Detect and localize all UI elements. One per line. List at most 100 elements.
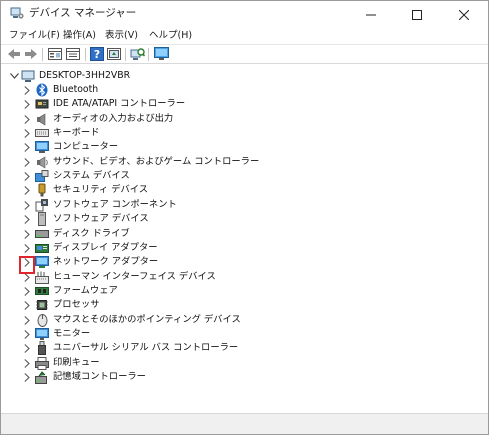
- chevron-right-icon[interactable]: [22, 213, 32, 225]
- chevron-right-icon[interactable]: [22, 228, 32, 240]
- tree-item-label: ディスク ドライブ: [53, 228, 130, 239]
- network-adapter-icon: [35, 255, 49, 269]
- sound-icon: [35, 155, 49, 169]
- tree-item-speaker[interactable]: オーディオの入力および出力: [1, 112, 471, 126]
- tree-item-label: 印刷キュー: [53, 357, 100, 368]
- tree-item-storage-controller[interactable]: 記憶域コントローラー: [1, 370, 471, 384]
- toolbar-separator: [148, 48, 149, 61]
- tree-item-system-device[interactable]: システム デバイス: [1, 169, 471, 183]
- tree-root[interactable]: DESKTOP-3HH2VBR: [1, 69, 471, 83]
- chevron-right-icon[interactable]: [22, 342, 32, 354]
- menu-action[interactable]: 操作(A): [63, 29, 96, 42]
- tree-item-software-component[interactable]: ソフトウェア コンポーネント: [1, 198, 471, 212]
- monitor-icon: [35, 327, 49, 341]
- tree-item-mouse[interactable]: マウスとそのほかのポインティング デバイス: [1, 313, 471, 327]
- chevron-right-icon[interactable]: [22, 314, 32, 326]
- display-adapter-icon: [35, 241, 49, 255]
- chevron-down-icon[interactable]: [9, 70, 19, 82]
- tree-item-monitor[interactable]: モニター: [1, 327, 471, 341]
- tree-item-label: Bluetooth: [53, 84, 99, 95]
- tree-item-label: モニター: [53, 328, 91, 339]
- close-icon: [459, 9, 469, 20]
- menu-bar: ファイル(F) 操作(A) 表示(V) ヘルプ(H): [1, 28, 488, 44]
- computer-icon: [35, 140, 49, 154]
- tree-item-label: オーディオの入力および出力: [53, 113, 174, 124]
- tree-item-software-device[interactable]: ソフトウェア デバイス: [1, 212, 471, 226]
- computer-root-icon: [21, 69, 35, 83]
- update-driver-icon[interactable]: [106, 46, 122, 62]
- hid-icon: [35, 270, 49, 284]
- tree-item-label: ファームウェア: [53, 285, 118, 296]
- monitor-icon[interactable]: [153, 46, 169, 62]
- software-device-icon: [35, 212, 49, 226]
- device-manager-window: デバイス マネージャー ファイル(F) 操作(A) 表示(V) ヘルプ(H) ?…: [0, 0, 489, 435]
- chevron-right-icon[interactable]: [22, 84, 32, 96]
- speaker-icon: [35, 112, 49, 126]
- toolbar-separator: [42, 48, 43, 61]
- tree-item-bluetooth[interactable]: Bluetooth: [1, 83, 471, 97]
- tree-item-firmware[interactable]: ファームウェア: [1, 284, 471, 298]
- chevron-right-icon[interactable]: [22, 357, 32, 369]
- keyboard-icon: [35, 126, 49, 140]
- menu-view[interactable]: 表示(V): [105, 29, 138, 42]
- chevron-right-icon[interactable]: [22, 98, 32, 110]
- chevron-right-icon[interactable]: [22, 199, 32, 211]
- help-icon[interactable]: ?: [89, 46, 105, 62]
- device-tree[interactable]: DESKTOP-3HH2VBR Bluetooth IDE ATA/ATAPI コ…: [1, 65, 488, 413]
- tree-item-ide-controller[interactable]: IDE ATA/ATAPI コントローラー: [1, 97, 471, 111]
- tree-item-processor[interactable]: プロセッサ: [1, 298, 471, 312]
- window-title: デバイス マネージャー: [29, 7, 137, 19]
- menu-help[interactable]: ヘルプ(H): [149, 29, 192, 42]
- chevron-right-icon[interactable]: [22, 127, 32, 139]
- security-key-icon: [35, 183, 49, 197]
- chevron-right-icon[interactable]: [22, 156, 32, 168]
- tree-item-disk-drive[interactable]: ディスク ドライブ: [1, 227, 471, 241]
- menu-file[interactable]: ファイル(F): [9, 29, 60, 42]
- back-icon[interactable]: [6, 46, 22, 62]
- close-button[interactable]: [441, 1, 487, 28]
- chevron-right-icon[interactable]: [22, 299, 32, 311]
- storage-controller-icon: [35, 370, 49, 384]
- tree-item-security-key[interactable]: セキュリティ デバイス: [1, 183, 471, 197]
- tree-item-keyboard[interactable]: キーボード: [1, 126, 471, 140]
- status-bar: [1, 413, 488, 434]
- tree-item-computer[interactable]: コンピューター: [1, 140, 471, 154]
- tree-item-label: ネットワーク アダプター: [53, 256, 159, 267]
- device-manager-icon: [10, 7, 24, 20]
- printer-icon: [35, 356, 49, 370]
- minimize-button[interactable]: [348, 1, 394, 28]
- usb-icon: [35, 341, 49, 355]
- tree-item-label: ユニバーサル シリアル バス コントローラー: [53, 342, 239, 353]
- chevron-right-icon[interactable]: [22, 371, 32, 383]
- chevron-right-icon[interactable]: [22, 328, 32, 340]
- tree-item-display-adapter[interactable]: ディスプレイ アダプター: [1, 241, 471, 255]
- tree-item-network-adapter[interactable]: ネットワーク アダプター: [1, 255, 471, 269]
- tree-item-label: ソフトウェア デバイス: [53, 213, 149, 224]
- system-device-icon: [35, 169, 49, 183]
- tree-item-label: サウンド、ビデオ、およびゲーム コントローラー: [53, 156, 260, 167]
- tree-item-label: ヒューマン インターフェイス デバイス: [53, 271, 216, 282]
- chevron-right-icon[interactable]: [22, 184, 32, 196]
- tree-item-printer[interactable]: 印刷キュー: [1, 356, 471, 370]
- tree-item-label: IDE ATA/ATAPI コントローラー: [53, 98, 186, 109]
- toolbar-separator: [85, 48, 86, 61]
- svg-text:?: ?: [94, 48, 100, 61]
- scan-hardware-icon[interactable]: [129, 46, 145, 62]
- ide-controller-icon: [35, 97, 49, 111]
- properties-icon[interactable]: [65, 46, 81, 62]
- title-bar: デバイス マネージャー: [1, 1, 488, 28]
- chevron-right-icon[interactable]: [22, 242, 32, 254]
- tree-item-label: ソフトウェア コンポーネント: [53, 199, 177, 210]
- tree-item-sound[interactable]: サウンド、ビデオ、およびゲーム コントローラー: [1, 155, 471, 169]
- chevron-right-icon[interactable]: [22, 170, 32, 182]
- chevron-right-icon[interactable]: [22, 141, 32, 153]
- maximize-icon: [412, 9, 422, 20]
- chevron-right-icon[interactable]: [22, 285, 32, 297]
- tree-item-usb[interactable]: ユニバーサル シリアル バス コントローラー: [1, 341, 471, 355]
- disk-drive-icon: [35, 227, 49, 241]
- maximize-button[interactable]: [394, 1, 440, 28]
- forward-icon[interactable]: [23, 46, 39, 62]
- chevron-right-icon[interactable]: [22, 113, 32, 125]
- device-view-icon[interactable]: [47, 46, 63, 62]
- tree-item-hid[interactable]: ヒューマン インターフェイス デバイス: [1, 270, 471, 284]
